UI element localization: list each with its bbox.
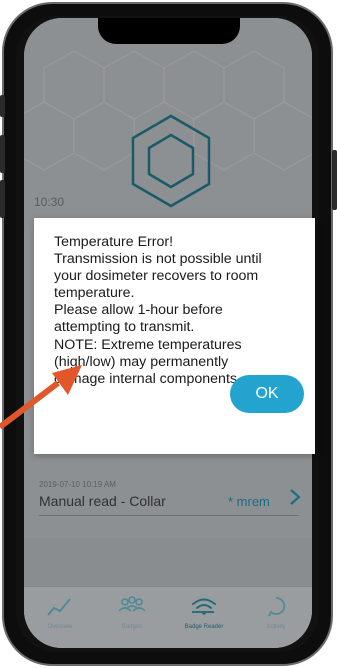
status-time-partial: 10:30 — [34, 195, 65, 209]
tab-activity[interactable]: Activity — [240, 587, 312, 648]
dialog-line: Temperature Error! — [54, 234, 174, 250]
volume-down-button — [0, 180, 5, 218]
annotation-arrow-icon — [0, 365, 82, 430]
tab-badges[interactable]: Badges — [96, 587, 168, 648]
tab-overview[interactable]: Overview — [24, 587, 96, 648]
reading-list-item[interactable]: 2019-07-10 10:19 AM Manual read - Collar… — [24, 473, 312, 539]
tab-badge-reader[interactable]: Badge Reader — [168, 587, 240, 648]
volume-up-button — [0, 135, 5, 173]
dialog-line: NOTE: Extreme temperatures — [54, 336, 242, 353]
notch — [98, 18, 240, 44]
tab-label-activity: Activity — [266, 624, 286, 630]
ok-button[interactable]: OK — [230, 375, 304, 413]
reading-title: Manual read - Collar — [39, 493, 166, 509]
dialog-line: (high/low) may permanently — [54, 353, 229, 370]
mute-switch — [0, 95, 5, 117]
chart-line-icon — [47, 598, 71, 616]
reading-divider — [39, 515, 299, 516]
reading-date: 2019-07-10 10:19 AM — [39, 480, 116, 489]
wifi-icon — [192, 598, 216, 615]
tab-label-badge-reader: Badge Reader — [184, 624, 224, 630]
chevron-right-icon[interactable] — [286, 487, 304, 507]
reading-value: * mrem — [228, 494, 270, 509]
dialog-line: attempting to transmit. — [54, 319, 195, 336]
tab-active-indicator — [192, 611, 214, 613]
tab-bar: Overview Badges Badge Reader Activity — [24, 586, 312, 648]
dialog-line: your dosimeter recovers to room — [54, 268, 259, 285]
hex-logo-icon — [131, 114, 211, 208]
power-button — [332, 150, 337, 210]
tab-label-overview: Overview — [47, 624, 73, 630]
activity-bubble-icon — [268, 597, 286, 617]
dialog-line: temperature. — [54, 285, 135, 302]
dialog-message: Temperature Error! Transmission is not p… — [54, 234, 304, 388]
content-bottom-area — [24, 538, 312, 588]
dialog-line: Please allow 1-hour before — [54, 302, 223, 319]
tab-label-badges: Badges — [121, 624, 143, 630]
people-group-icon — [118, 596, 146, 612]
dialog-line: Transmission is not possible until — [54, 251, 262, 268]
